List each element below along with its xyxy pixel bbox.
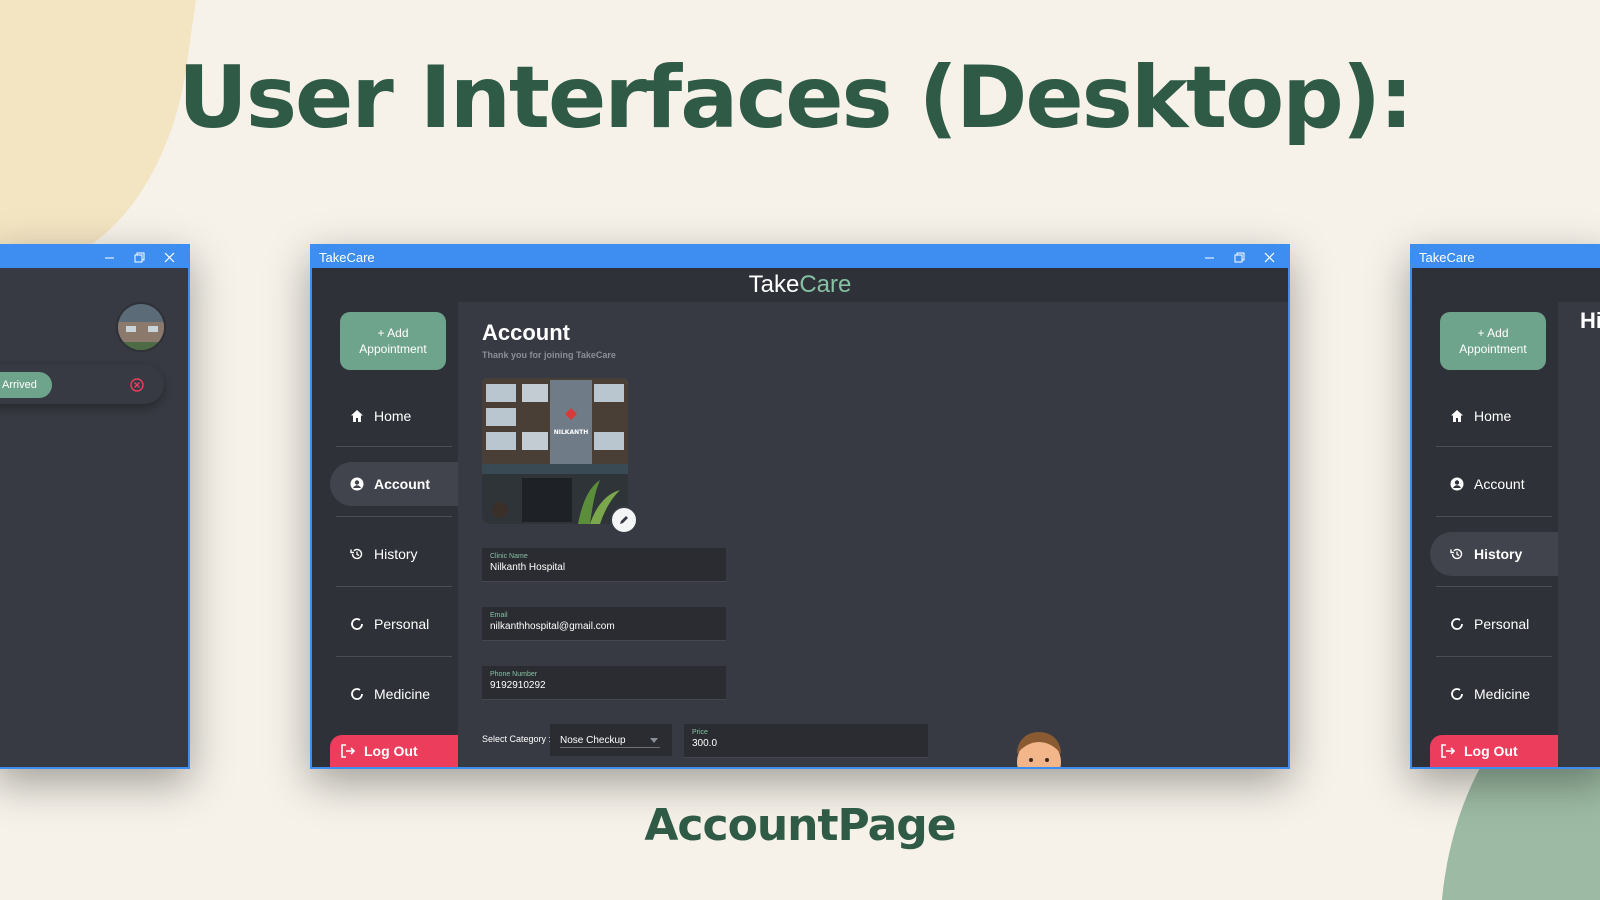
account-icon — [350, 477, 364, 491]
divider — [1436, 446, 1552, 447]
window-title: TakeCare — [319, 249, 375, 265]
divider — [336, 656, 452, 657]
sidebar-item-label: Medicine — [374, 686, 431, 702]
add-appointment-button[interactable]: + Add Appointment — [340, 312, 446, 370]
sidebar-item-label: History — [374, 546, 418, 562]
clinic-name-field[interactable]: Clinic Name Nilkanth Hospital — [482, 548, 726, 582]
divider — [336, 586, 452, 587]
sidebar-item-label: Personal — [1474, 616, 1530, 632]
sidebar-item-account[interactable]: Account — [330, 462, 458, 506]
photo-sign-text: NILKANTH — [554, 429, 589, 436]
left-titlebar — [0, 246, 188, 268]
window-title: TakeCare — [1419, 249, 1475, 265]
phone-label: Phone Number — [490, 671, 538, 678]
medicine-icon — [350, 687, 364, 701]
account-panel: Account Thank you for joining TakeCare N… — [458, 302, 1288, 767]
logout-label: Log Out — [1464, 743, 1518, 759]
phone-field[interactable]: Phone Number 9192910292 — [482, 666, 726, 700]
close-icon[interactable] — [156, 246, 182, 268]
price-field[interactable]: Price 300.0 — [684, 724, 928, 758]
close-icon[interactable] — [1256, 246, 1282, 268]
add-appointment-button[interactable]: + Add Appointment — [1440, 312, 1546, 370]
page-subtitle: Thank you for joining TakeCare — [482, 350, 616, 360]
app-header — [1412, 268, 1600, 302]
page-title: Hi — [1580, 308, 1600, 333]
minimize-icon[interactable] — [96, 246, 122, 268]
sidebar-item-medicine[interactable]: Medicine — [1430, 672, 1558, 716]
home-icon — [1450, 409, 1464, 423]
restore-icon[interactable] — [1226, 246, 1252, 268]
home-icon — [350, 409, 364, 423]
brand-take: Take — [748, 271, 800, 298]
sidebar-item-label: History — [1474, 546, 1523, 562]
personal-icon — [1450, 617, 1464, 631]
divider — [336, 446, 452, 447]
email-field[interactable]: Email nilkanthhospital@gmail.com — [482, 607, 726, 641]
cancel-icon[interactable] — [130, 378, 144, 397]
clinic-name-label: Clinic Name — [490, 553, 528, 560]
sidebar-item-label: Home — [1474, 408, 1512, 424]
main-window: TakeCare TakeCare + Add Appointment Home… — [310, 244, 1290, 769]
sidebar-item-label: Home — [374, 408, 412, 424]
category-value: Nose Checkup — [560, 734, 626, 746]
clinic-name-value: Nilkanth Hospital — [490, 562, 566, 573]
sidebar: + Add Appointment Home Account History P… — [1412, 302, 1558, 767]
restore-icon[interactable] — [126, 246, 152, 268]
email-label: Email — [490, 612, 508, 619]
phone-value: 9192910292 — [490, 680, 546, 691]
brand-care: Care — [799, 271, 852, 298]
sidebar-item-medicine[interactable]: Medicine — [330, 672, 458, 716]
avatar — [116, 302, 166, 352]
chevron-down-icon — [650, 736, 658, 747]
logout-button[interactable]: Log Out — [330, 735, 458, 767]
status-badge: Arrived — [0, 372, 52, 398]
history-icon — [1450, 547, 1464, 561]
sidebar-item-label: Account — [1474, 476, 1525, 492]
doctor-avatar-illustration — [1012, 732, 1066, 767]
sidebar-item-home[interactable]: Home — [1430, 394, 1558, 438]
personal-icon — [350, 617, 364, 631]
sidebar-item-label: Personal — [374, 616, 430, 632]
divider — [1436, 656, 1552, 657]
clinic-photo: NILKANTH — [482, 378, 628, 524]
sidebar-item-account[interactable]: Account — [1430, 462, 1558, 506]
page-caption: AccountPage — [644, 800, 956, 851]
price-value: 300.0 — [692, 738, 718, 749]
titlebar: TakeCare — [312, 246, 1288, 268]
sidebar-item-home[interactable]: Home — [330, 394, 458, 438]
sidebar-item-personal[interactable]: Personal — [330, 602, 458, 646]
app-header: TakeCare — [312, 268, 1288, 302]
category-label: Select Category : — [482, 734, 552, 744]
account-icon — [1450, 477, 1464, 491]
divider — [336, 516, 452, 517]
sidebar: + Add Appointment Home Account History P… — [312, 302, 458, 767]
edit-photo-button[interactable] — [610, 506, 638, 534]
page-headline: User Interfaces (Desktop): — [178, 48, 1414, 148]
pencil-icon — [620, 516, 628, 524]
decor-blob-top-left — [0, 0, 202, 284]
category-select[interactable]: Nose Checkup — [550, 724, 672, 756]
appointment-row[interactable]: Arrived — [0, 364, 164, 404]
sidebar-item-label: Account — [374, 476, 430, 492]
right-titlebar: TakeCare — [1412, 246, 1600, 268]
history-icon — [350, 547, 364, 561]
sidebar-item-label: Medicine — [1474, 686, 1531, 702]
page-title: Account — [482, 320, 570, 345]
logout-label: Log Out — [364, 743, 418, 759]
sidebar-item-personal[interactable]: Personal — [1430, 602, 1558, 646]
sidebar-item-history[interactable]: History — [1430, 532, 1558, 576]
divider — [1436, 516, 1552, 517]
logout-icon — [340, 743, 356, 759]
email-value: nilkanthhospital@gmail.com — [490, 621, 615, 632]
logout-button[interactable]: Log Out — [1430, 735, 1558, 767]
divider — [1436, 586, 1552, 587]
price-label: Price — [692, 729, 708, 736]
left-window: Arrived — [0, 244, 190, 769]
right-window: TakeCare + Add Appointment Home Account … — [1410, 244, 1600, 769]
logout-icon — [1440, 743, 1456, 759]
minimize-icon[interactable] — [1196, 246, 1222, 268]
medicine-icon — [1450, 687, 1464, 701]
sidebar-item-history[interactable]: History — [330, 532, 458, 576]
select-underline — [560, 747, 660, 748]
